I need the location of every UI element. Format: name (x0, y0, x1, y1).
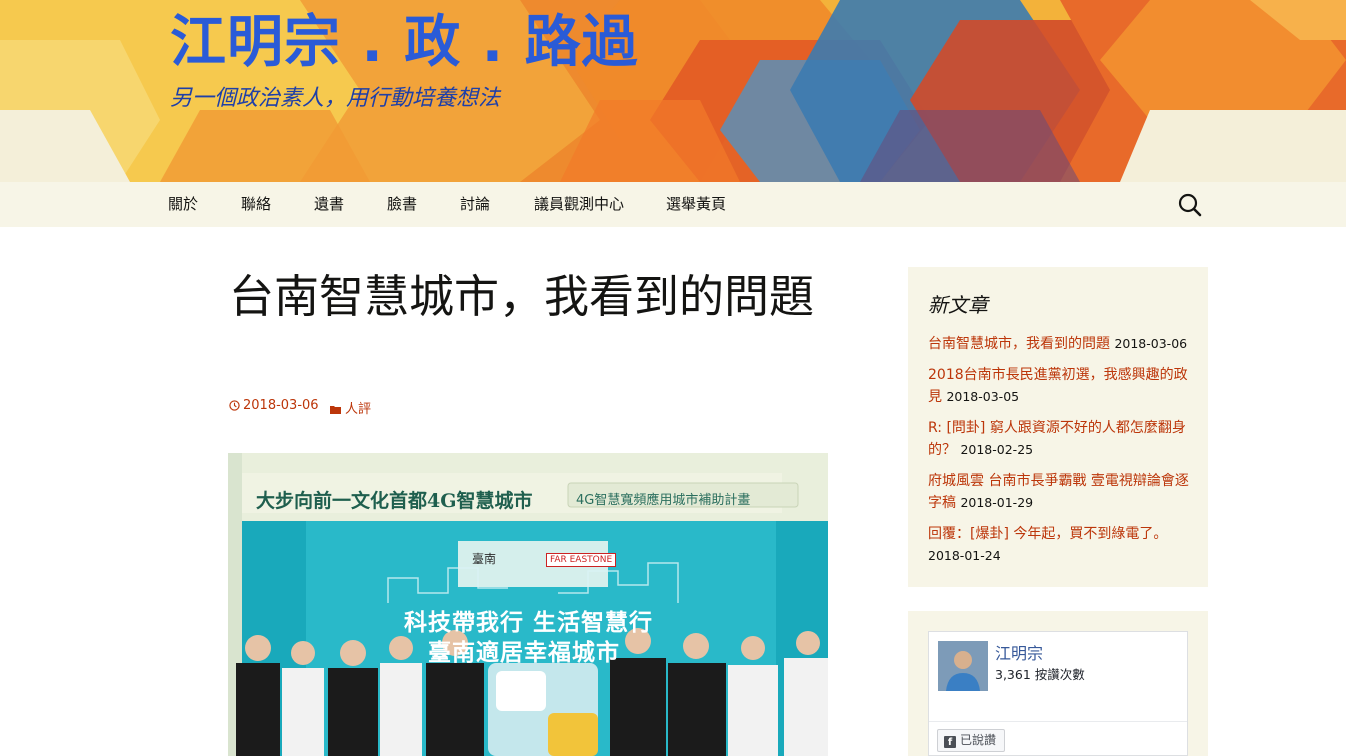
article-category-link[interactable]: 人評 (330, 398, 371, 417)
avatar[interactable] (938, 641, 988, 691)
image-slogan-2: 臺南適居幸福城市 (428, 640, 620, 666)
facebook-page-name[interactable]: 江明宗 (995, 640, 1043, 664)
folder-icon (330, 406, 341, 414)
main-navigation: 關於 聯絡 遺書 臉書 討論 議員觀測中心 選舉黃頁 (0, 182, 1346, 227)
facebook-like-label: 已說讚 (960, 733, 997, 747)
facebook-widget: 江明宗 3,361 按讚次數 f 已說讚 (908, 611, 1208, 756)
clock-icon (229, 400, 240, 411)
article-date-link[interactable]: 2018-03-06 (229, 398, 319, 413)
recent-post-date: 2018-03-06 (1114, 336, 1188, 351)
nav-item-about[interactable]: 關於 (168, 182, 198, 227)
recent-post-link[interactable]: 台南智慧城市，我看到的問題 (928, 336, 1110, 352)
recent-posts-title: 新文章 (928, 293, 988, 317)
list-item: 台南智慧城市，我看到的問題 2018-03-06 (928, 333, 1190, 355)
facebook-like-count: 3,361 按讚次數 (995, 667, 1085, 682)
nav-item-will[interactable]: 遺書 (314, 182, 344, 227)
recent-post-date: 2018-02-25 (960, 442, 1034, 457)
nav-item-election-yellow-pages[interactable]: 選舉黃頁 (666, 182, 726, 227)
list-item: R: [問卦] 窮人跟資源不好的人都怎麼翻身的？ 2018-02-25 (928, 418, 1190, 461)
article-date: 2018-03-06 (243, 398, 319, 413)
site-header: 江明宗 . 政 . 路過 另一個政治素人，用行動培養想法 (0, 0, 1346, 182)
recent-post-link[interactable]: 回覆：[爆卦] 今年起，買不到綠電了。 (928, 526, 1167, 542)
image-banner-right: 4G智慧寬頻應用城市補助計畫 (576, 493, 751, 508)
recent-post-date: 2018-03-05 (946, 389, 1020, 404)
recent-post-date: 2018-01-24 (928, 548, 1001, 563)
list-item: 回覆：[爆卦] 今年起，買不到綠電了。 2018-01-24 (928, 524, 1190, 567)
image-slogan-1: 科技帶我行 生活智慧行 (404, 610, 654, 636)
divider (929, 721, 1187, 722)
search-icon (1178, 193, 1202, 217)
facebook-page-plugin: 江明宗 3,361 按讚次數 f 已說讚 (928, 631, 1188, 756)
image-logo-tainan: 臺南 (472, 552, 497, 566)
list-item: 2018台南市長民進黨初選，我感興趣的政見 2018-03-05 (928, 365, 1190, 408)
recent-posts-list: 台南智慧城市，我看到的問題 2018-03-06 2018台南市長民進黨初選，我… (928, 333, 1190, 577)
site-title[interactable]: 江明宗 . 政 . 路過 (170, 8, 639, 78)
nav-item-facebook[interactable]: 臉書 (387, 182, 417, 227)
article-featured-image: 大步向前一文化首都4G智慧城市 4G智慧寬頻應用城市補助計畫 臺南 FAR EA… (228, 453, 828, 756)
list-item: 府城風雲 台南市長爭霸戰 壹電視辯論會逐字稿 2018-01-29 (928, 471, 1190, 514)
article-title[interactable]: 台南智慧城市，我看到的問題 (229, 266, 829, 328)
nav-item-contact[interactable]: 聯絡 (241, 182, 271, 227)
profile-photo-icon (938, 641, 988, 691)
nav-item-councilor-watch[interactable]: 議員觀測中心 (534, 182, 624, 227)
facebook-icon: f (944, 736, 956, 748)
search-button[interactable] (1176, 191, 1204, 219)
facebook-like-button[interactable]: f 已說讚 (937, 729, 1006, 752)
image-logo-fareastone: FAR EASTONE (546, 553, 617, 567)
nav-item-discussion[interactable]: 討論 (460, 182, 490, 227)
site-description: 另一個政治素人，用行動培養想法 (170, 86, 501, 111)
article-category: 人評 (345, 402, 372, 417)
image-banner-left: 大步向前一文化首都4G智慧城市 (256, 490, 533, 512)
recent-posts-widget: 新文章 台南智慧城市，我看到的問題 2018-03-06 2018台南市長民進黨… (908, 267, 1208, 587)
recent-post-date: 2018-01-29 (960, 495, 1034, 510)
